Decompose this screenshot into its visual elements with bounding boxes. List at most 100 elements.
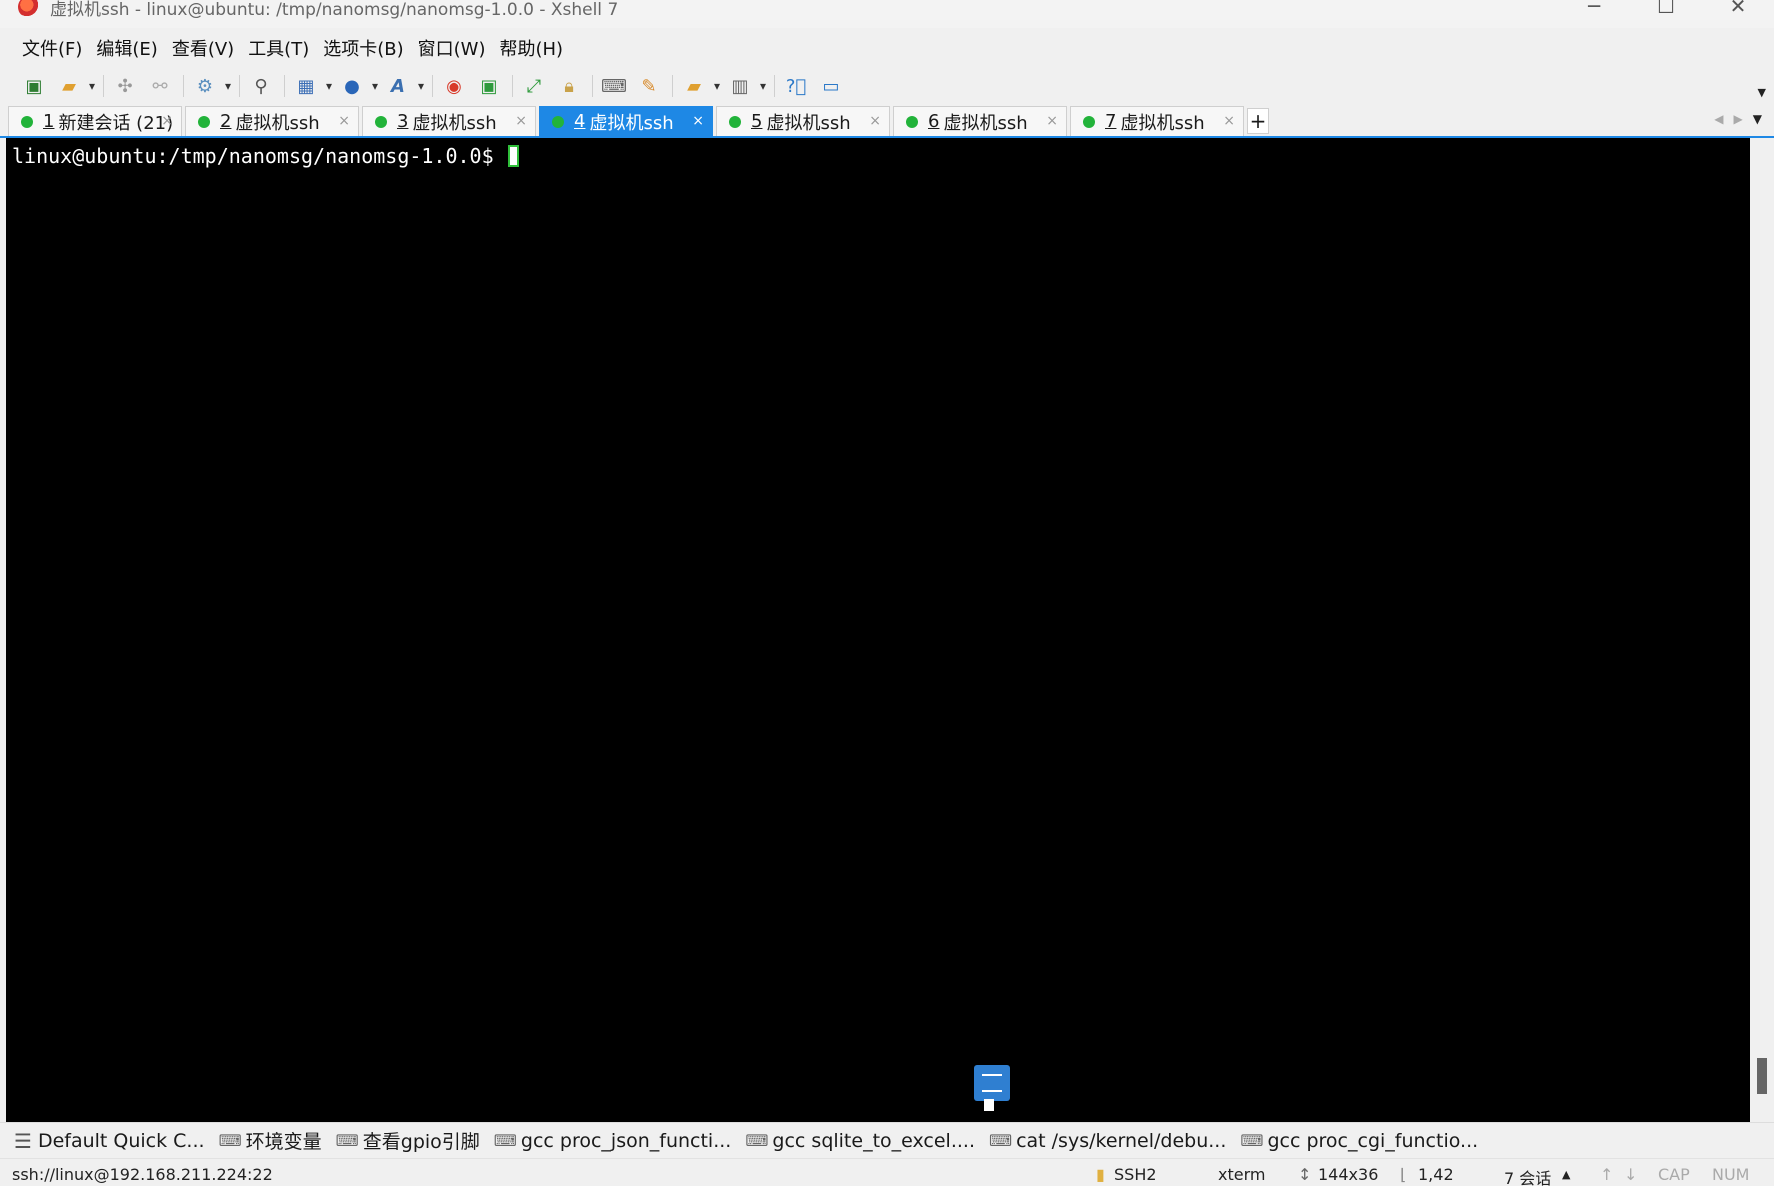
reconnect-icon[interactable]: ✣ xyxy=(113,74,137,98)
chat-icon[interactable]: ▭ xyxy=(819,74,843,98)
find-icon[interactable]: ⚲ xyxy=(249,74,273,98)
tab-session-4[interactable]: 4 虚拟机ssh × xyxy=(539,106,713,136)
globe-icon[interactable]: ● xyxy=(340,74,378,98)
tab-session-1[interactable]: 1 新建会话 (21) × xyxy=(8,106,182,136)
help-icon[interactable]: ?⃝ xyxy=(784,74,808,98)
menu-edit[interactable]: 编辑(E) xyxy=(96,35,157,61)
properties-icon[interactable]: ⚙ xyxy=(193,74,231,98)
menu-file[interactable]: 文件(F) xyxy=(22,35,82,61)
quick-command-button[interactable]: ⌨ gcc proc_cgi_functio... xyxy=(1240,1130,1478,1152)
tab-bar: 1 新建会话 (21) × 2 虚拟机ssh × 3 虚拟机ssh × 4 虚拟… xyxy=(0,106,1774,138)
transfer-icon[interactable]: ▦ xyxy=(294,74,332,98)
tab-session-3[interactable]: 3 虚拟机ssh × xyxy=(362,106,536,136)
maximize-button[interactable]: ☐ xyxy=(1630,0,1702,18)
toolbar-divider xyxy=(512,75,513,97)
tab-session-7[interactable]: 7 虚拟机ssh × xyxy=(1070,106,1244,136)
tab-close-icon[interactable]: × xyxy=(869,113,881,129)
prompt-text: linux@ubuntu:/tmp/nanomsg/nanomsg-1.0.0$ xyxy=(12,144,506,168)
scrollbar-thumb[interactable] xyxy=(1757,1058,1767,1094)
lock-status-icon: ▮ xyxy=(1096,1165,1105,1184)
menu-tabs[interactable]: 选项卡(B) xyxy=(323,35,403,61)
new-tab-button[interactable]: + xyxy=(1247,108,1269,134)
quick-command-default[interactable]: Default Quick C... xyxy=(38,1130,205,1152)
lock-icon[interactable]: 🔒︎ xyxy=(557,74,581,98)
tab-number: 6 xyxy=(928,111,940,132)
tab-close-icon[interactable]: × xyxy=(1223,113,1235,129)
toolbar-overflow-icon[interactable]: ▼ xyxy=(1758,86,1766,99)
tab-close-icon[interactable]: × xyxy=(692,113,704,129)
quick-command-button[interactable]: ⌨ gcc sqlite_to_excel.... xyxy=(745,1130,975,1152)
toolbar-divider xyxy=(239,75,240,97)
tab-label: 虚拟机ssh xyxy=(943,112,1028,134)
keyboard-icon: ⌨ xyxy=(745,1131,769,1150)
toolbar-divider xyxy=(432,75,433,97)
quick-command-button[interactable]: ⌨ gcc proc_json_functi... xyxy=(494,1130,732,1152)
tab-close-icon[interactable]: × xyxy=(161,113,173,129)
quick-command-label: Default Quick C... xyxy=(37,1129,205,1152)
tab-number: 4 xyxy=(574,111,586,132)
terminal-cursor xyxy=(507,145,519,167)
toolbar-divider xyxy=(672,75,673,97)
new-session-icon[interactable]: ▣ xyxy=(22,74,46,98)
compose-bar-icon[interactable] xyxy=(974,1065,1010,1111)
fullscreen-icon[interactable]: ⤢ xyxy=(522,74,546,98)
status-size: 144x36 xyxy=(1318,1165,1379,1184)
tab-scroll-left-icon[interactable]: ◀ xyxy=(1714,112,1723,126)
xftp-icon[interactable]: ▣ xyxy=(477,74,501,98)
tab-label: 虚拟机ssh xyxy=(766,112,851,134)
quick-command-button[interactable]: ⌨ 环境变量 xyxy=(219,1127,322,1154)
tab-session-6[interactable]: 6 虚拟机ssh × xyxy=(893,106,1067,136)
xshell-swirl-icon[interactable]: ◉ xyxy=(442,74,466,98)
status-connection: ssh://linux@192.168.211.224:22 xyxy=(12,1165,273,1184)
tab-number: 1 xyxy=(43,111,55,132)
quick-command-button[interactable]: ⌨ cat /sys/kernel/debu... xyxy=(989,1130,1226,1152)
quick-command-label: gcc proc_json_functi... xyxy=(520,1129,732,1152)
tab-scroll-right-icon[interactable]: ▶ xyxy=(1734,112,1743,126)
session-status-icon xyxy=(729,115,741,128)
font-icon[interactable]: A xyxy=(386,74,424,98)
disconnect-icon[interactable]: ⚯ xyxy=(148,74,172,98)
tab-label: 新建会话 (21) xyxy=(58,112,174,134)
close-button[interactable]: ✕ xyxy=(1702,0,1774,18)
terminal-scrollbar[interactable] xyxy=(1750,138,1774,1122)
tab-close-icon[interactable]: × xyxy=(338,113,350,129)
keyboard-icon: ⌨ xyxy=(988,1131,1013,1150)
tab-number: 5 xyxy=(751,111,763,132)
minimize-button[interactable]: ─ xyxy=(1558,0,1630,18)
keyboard-icon: ⌨ xyxy=(493,1131,517,1150)
keyboard-icon[interactable]: ⌨ xyxy=(601,74,627,98)
highlight-icon[interactable]: ✎ xyxy=(637,74,661,98)
tab-label: 虚拟机ssh xyxy=(235,112,320,134)
menu-help[interactable]: 帮助(H) xyxy=(499,35,563,61)
session-status-icon xyxy=(1083,115,1095,128)
session-status-icon xyxy=(198,115,210,128)
quick-command-button[interactable]: ⌨ 查看gpio引脚 xyxy=(336,1127,480,1154)
keyboard-icon: ⌨ xyxy=(218,1131,242,1150)
tab-session-2[interactable]: 2 虚拟机ssh × xyxy=(185,106,359,136)
toolbar-divider xyxy=(774,75,775,97)
tab-close-icon[interactable]: × xyxy=(1046,113,1058,129)
title-bar: 虚拟机ssh - linux@ubuntu: /tmp/nanomsg/nano… xyxy=(0,0,1774,28)
tab-label: 虚拟机ssh xyxy=(412,112,497,134)
quick-command-menu-icon[interactable]: ☰ xyxy=(14,1129,32,1153)
status-cursor-position: 1,42 xyxy=(1418,1165,1454,1184)
window-controls: ─ ☐ ✕ xyxy=(1558,0,1774,18)
sessions-dropdown-icon[interactable]: ▲ xyxy=(1562,1168,1570,1181)
status-sessions[interactable]: 7 会话 xyxy=(1504,1165,1551,1186)
menu-tools[interactable]: 工具(T) xyxy=(248,35,309,61)
tab-session-5[interactable]: 5 虚拟机ssh × xyxy=(716,106,890,136)
terminal-area[interactable]: linux@ubuntu:/tmp/nanomsg/nanomsg-1.0.0$ xyxy=(6,138,1750,1122)
quick-command-label: 环境变量 xyxy=(245,1131,322,1153)
layout-icon[interactable]: ▥ xyxy=(728,74,766,98)
menu-view[interactable]: 查看(V) xyxy=(172,35,234,61)
tab-list-dropdown-icon[interactable]: ▼ xyxy=(1753,112,1762,126)
add-folder-icon[interactable]: ▰ xyxy=(682,74,720,98)
status-protocol: SSH2 xyxy=(1114,1165,1157,1184)
tab-number: 7 xyxy=(1105,111,1117,132)
open-folder-icon[interactable]: ▰ xyxy=(57,74,95,98)
tab-close-icon[interactable]: × xyxy=(515,113,527,129)
menu-window[interactable]: 窗口(W) xyxy=(418,35,486,61)
session-status-icon xyxy=(552,115,564,128)
session-status-icon xyxy=(21,115,33,128)
tab-label: 虚拟机ssh xyxy=(1120,112,1205,134)
